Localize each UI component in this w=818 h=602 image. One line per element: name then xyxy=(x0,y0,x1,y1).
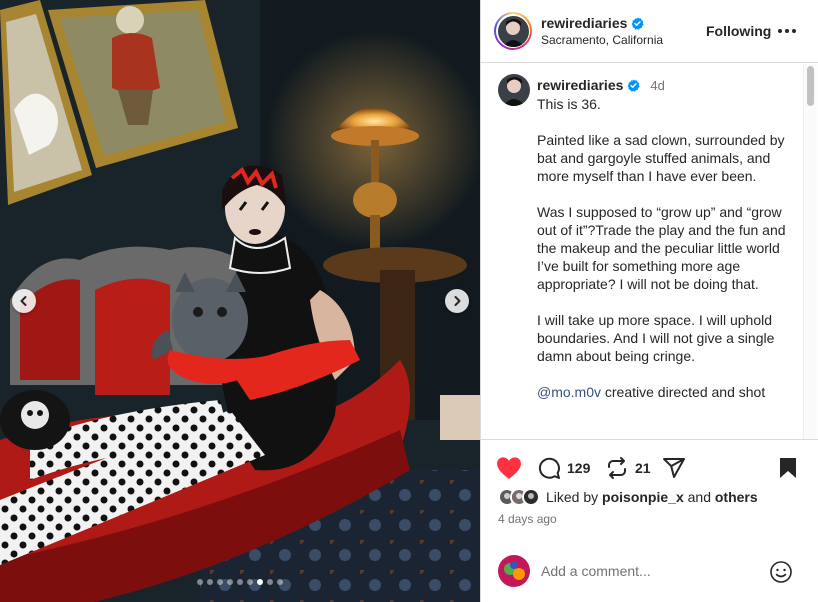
liker-avatars[interactable] xyxy=(498,488,544,506)
mention-link[interactable]: @mo.m0v xyxy=(537,384,601,400)
liked-by-others-link[interactable]: others xyxy=(715,489,758,505)
add-comment-input[interactable] xyxy=(541,561,751,581)
chevron-right-icon xyxy=(454,296,461,306)
carousel-dot xyxy=(267,579,273,585)
more-options-button[interactable] xyxy=(778,22,800,40)
repost-button[interactable]: 21 xyxy=(605,456,651,480)
author-username-link[interactable]: rewirediaries xyxy=(541,15,644,31)
carousel-dots xyxy=(0,579,480,587)
carousel-dot xyxy=(237,579,243,585)
liker-avatar xyxy=(522,488,540,506)
smiley-icon[interactable] xyxy=(769,560,793,584)
carousel-dot xyxy=(197,579,203,585)
carousel-prev-button[interactable] xyxy=(12,289,36,313)
following-button[interactable]: Following xyxy=(706,23,771,39)
author-avatar-story-ring[interactable] xyxy=(494,12,532,50)
post-date[interactable]: 4 days ago xyxy=(498,512,557,526)
comments-section[interactable]: rewirediaries 4d This is 36. Painted lik… xyxy=(481,64,818,439)
verified-badge-icon xyxy=(631,16,644,30)
heart-filled-icon xyxy=(497,457,521,479)
save-button[interactable] xyxy=(777,456,799,480)
carousel-dot-active xyxy=(257,579,263,585)
carousel-next-button[interactable] xyxy=(445,289,469,313)
caption-timestamp[interactable]: 4d xyxy=(650,78,664,93)
carousel-dot xyxy=(247,579,253,585)
scrollbar-thumb[interactable] xyxy=(807,66,814,106)
current-user-avatar xyxy=(498,555,530,587)
carousel-dot xyxy=(217,579,223,585)
caption-author: rewirediaries 4d xyxy=(537,77,665,93)
add-comment-bar xyxy=(481,539,818,602)
author-username[interactable]: rewirediaries xyxy=(541,15,627,31)
carousel-dot xyxy=(227,579,233,585)
caption-paragraph: Painted like a sad clown, surrounded by … xyxy=(537,132,785,184)
comment-icon xyxy=(538,457,560,479)
post-details-panel: rewirediaries Sacramento, California Fol… xyxy=(480,0,818,602)
like-button[interactable] xyxy=(496,456,522,480)
caption-credit-text: creative directed and shot xyxy=(601,384,766,400)
comment-button[interactable]: 129 xyxy=(537,456,590,480)
caption-paragraph: Was I supposed to “grow up” and “grow ou… xyxy=(537,204,786,292)
caption-username[interactable]: rewirediaries xyxy=(537,77,623,93)
comments-scrollbar[interactable] xyxy=(803,64,817,439)
carousel-dot xyxy=(277,579,283,585)
comment-count: 129 xyxy=(567,460,591,476)
liked-by-middle: and xyxy=(683,489,715,505)
send-icon xyxy=(663,458,685,478)
liked-by-summary: Liked by poisonpie_x and others xyxy=(498,488,758,506)
carousel-dot xyxy=(207,579,213,585)
post-location[interactable]: Sacramento, California xyxy=(541,33,663,47)
caption-paragraph: This is 36. xyxy=(537,96,601,112)
caption-paragraph-credit: @mo.m0v creative directed and shot xyxy=(537,383,797,401)
caption-author-avatar[interactable] xyxy=(498,74,530,106)
verified-badge-icon xyxy=(627,78,640,92)
post-actions: 129 21 Liked by poisonpie_x and others 4… xyxy=(481,439,818,539)
post-photo[interactable] xyxy=(0,0,480,602)
more-horizontal-icon xyxy=(778,29,782,33)
author-avatar xyxy=(497,15,529,47)
bookmark-filled-icon xyxy=(780,458,796,478)
post-caption: This is 36. Painted like a sad clown, su… xyxy=(537,95,797,419)
liked-by-prefix: Liked by xyxy=(546,489,603,505)
caption-paragraph: I will take up more space. I will uphold… xyxy=(537,312,775,364)
liked-by-user-link[interactable]: poisonpie_x xyxy=(602,489,684,505)
chevron-left-icon xyxy=(20,296,27,306)
repost-count: 21 xyxy=(635,460,651,476)
repost-icon xyxy=(608,457,626,479)
post-header: rewirediaries Sacramento, California Fol… xyxy=(481,0,818,63)
photo-illustration xyxy=(0,0,480,602)
share-button[interactable] xyxy=(662,456,686,480)
